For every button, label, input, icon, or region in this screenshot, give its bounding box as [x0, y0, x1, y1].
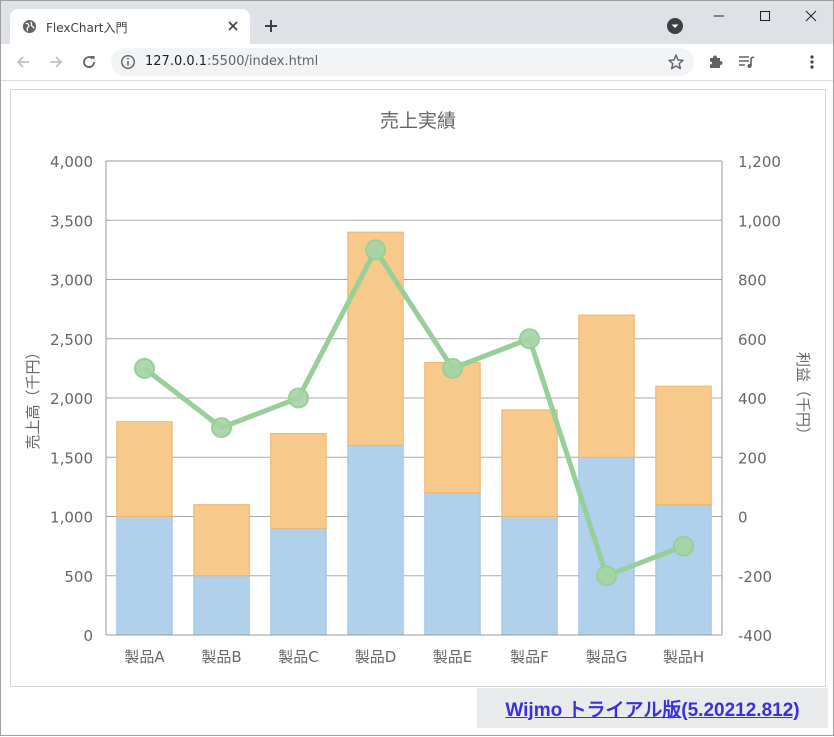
stacked-bar	[578, 314, 635, 458]
sales-bar	[116, 516, 173, 636]
stacked-bar	[424, 361, 481, 494]
chart-title: 売上実績	[380, 110, 456, 132]
y2-axis-title: 利益（千円）	[794, 352, 812, 442]
y-axis-title: 売上高（千円）	[24, 344, 42, 449]
y-tick-label: 500	[64, 568, 93, 586]
sales-bar	[193, 575, 250, 636]
profit-marker	[288, 387, 309, 409]
y-tick-label: 4,000	[50, 153, 93, 171]
y2-tick-label: 400	[738, 390, 767, 408]
wijmo-trial-link[interactable]: Wijmo トライアル版(5.20212.812)	[505, 695, 799, 722]
profit-marker	[442, 357, 463, 379]
x-tick-label: 製品E	[433, 648, 472, 666]
stacked-bar	[501, 409, 558, 518]
x-tick-label: 製品C	[278, 648, 318, 666]
y2-tick-label: -200	[738, 568, 772, 586]
sales-bar	[424, 492, 481, 636]
stacked-bar	[193, 504, 250, 577]
wijmo-trial-badge: Wijmo トライアル版(5.20212.812)	[477, 688, 828, 728]
x-tick-label: 製品B	[201, 648, 241, 666]
y2-tick-label: -400	[738, 627, 772, 645]
x-tick-label: 製品H	[663, 648, 704, 666]
y-tick-label: 1,500	[50, 449, 93, 467]
sales-bar	[270, 527, 327, 636]
profit-marker	[365, 239, 386, 261]
sales-bar	[347, 444, 404, 636]
y2-tick-label: 1,200	[738, 153, 781, 171]
x-tick-label: 製品A	[124, 648, 165, 666]
profit-marker	[519, 328, 540, 350]
profit-marker	[596, 565, 617, 587]
flexchart: 0 500 1,000 1,500 2,000 2,500 3,000 3,500 4,000 -…	[24, 110, 812, 666]
x-tick-label: 製品D	[355, 648, 397, 666]
stacked-bar	[270, 433, 327, 529]
y2-tick-label: 0	[738, 509, 748, 527]
sales-bar	[501, 516, 558, 636]
y2-tick-label: 600	[738, 331, 767, 349]
x-tick-label: 製品F	[510, 648, 549, 666]
y-tick-label: 2,500	[50, 331, 93, 349]
stacked-bar	[116, 421, 173, 518]
profit-marker	[211, 417, 232, 439]
y2-tick-label: 1,000	[738, 212, 781, 230]
x-tick-label: 製品G	[586, 648, 628, 666]
profit-marker	[134, 357, 155, 379]
y2-tick-label: 800	[738, 272, 767, 290]
y2-tick-label: 200	[738, 449, 767, 467]
y-tick-label: 3,500	[50, 212, 93, 230]
sales-bar	[655, 504, 712, 636]
y-tick-label: 2,000	[50, 390, 93, 408]
y-tick-label: 0	[83, 627, 93, 645]
sales-bar	[578, 456, 635, 636]
profit-marker	[673, 535, 694, 557]
browser-window: FlexChart入門 127.0.0.1:5500/index.html 0 …	[0, 0, 834, 736]
stacked-bar	[347, 231, 404, 446]
stacked-bar	[655, 385, 712, 506]
y-tick-label: 3,000	[50, 272, 93, 290]
y-tick-label: 1,000	[50, 509, 93, 527]
bar-series	[116, 231, 712, 636]
